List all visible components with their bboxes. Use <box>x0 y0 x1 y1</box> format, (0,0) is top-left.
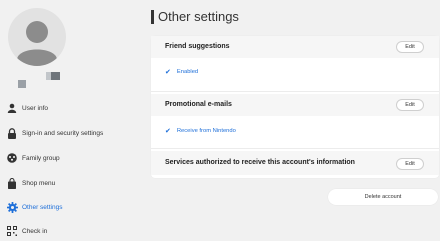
edit-authorized-services-button[interactable]: Edit <box>396 158 424 170</box>
section-title: Services authorized to receive this acco… <box>165 159 355 166</box>
settings-card: Friend suggestions Edit ✔ Enabled Promot… <box>151 36 439 178</box>
sidebar-item-label: Other settings <box>22 203 63 211</box>
divider <box>151 148 439 149</box>
section-header-authorized-services: Services authorized to receive this acco… <box>151 151 439 175</box>
edit-promotional-emails-button[interactable]: Edit <box>396 99 424 111</box>
sidebar-item-family-group[interactable]: Family group <box>0 148 140 168</box>
divider <box>151 91 439 92</box>
sidebar-item-sign-in-security[interactable]: Sign-in and security settings <box>0 123 140 143</box>
title-accent-bar <box>151 10 154 24</box>
sidebar-item-user-info[interactable]: User info <box>0 98 140 118</box>
lock-icon <box>6 127 18 139</box>
sidebar-item-check-in[interactable]: Check in <box>0 221 140 241</box>
section-header-promotional-emails: Promotional e-mails Edit <box>151 94 439 116</box>
promotional-emails-value: ✔ Receive from Nintendo <box>165 127 236 135</box>
user-icon <box>6 102 18 114</box>
sidebar-item-label: Family group <box>22 154 60 162</box>
shopping-bag-icon <box>6 177 18 189</box>
avatar[interactable] <box>8 8 66 66</box>
section-title: Friend suggestions <box>165 43 230 50</box>
redacted-username <box>18 72 68 88</box>
sidebar-item-label: Check in <box>22 227 48 235</box>
sidebar: User info Sign-in and security settings … <box>0 0 140 240</box>
family-icon <box>6 152 18 164</box>
sidebar-item-other-settings[interactable]: Other settings <box>0 197 140 217</box>
delete-account-button[interactable]: Delete account <box>328 189 438 205</box>
check-icon: ✔ <box>165 128 171 135</box>
section-title: Promotional e-mails <box>165 101 232 108</box>
setting-value: Receive from Nintendo <box>176 128 236 134</box>
sidebar-item-shop-menu[interactable]: Shop menu <box>0 173 140 193</box>
edit-friend-suggestions-button[interactable]: Edit <box>396 41 424 53</box>
qr-code-icon <box>6 225 18 237</box>
setting-value: Enabled <box>176 69 199 75</box>
friend-suggestions-value: ✔ Enabled <box>165 68 198 76</box>
default-user-icon <box>17 21 57 66</box>
check-icon: ✔ <box>165 69 171 76</box>
section-header-friend-suggestions: Friend suggestions Edit <box>151 36 439 58</box>
page-title: Other settings <box>158 9 239 24</box>
gear-icon <box>6 201 18 213</box>
sidebar-item-label: Sign-in and security settings <box>22 129 104 137</box>
sidebar-item-label: User info <box>22 104 49 112</box>
sidebar-item-label: Shop menu <box>22 179 56 187</box>
